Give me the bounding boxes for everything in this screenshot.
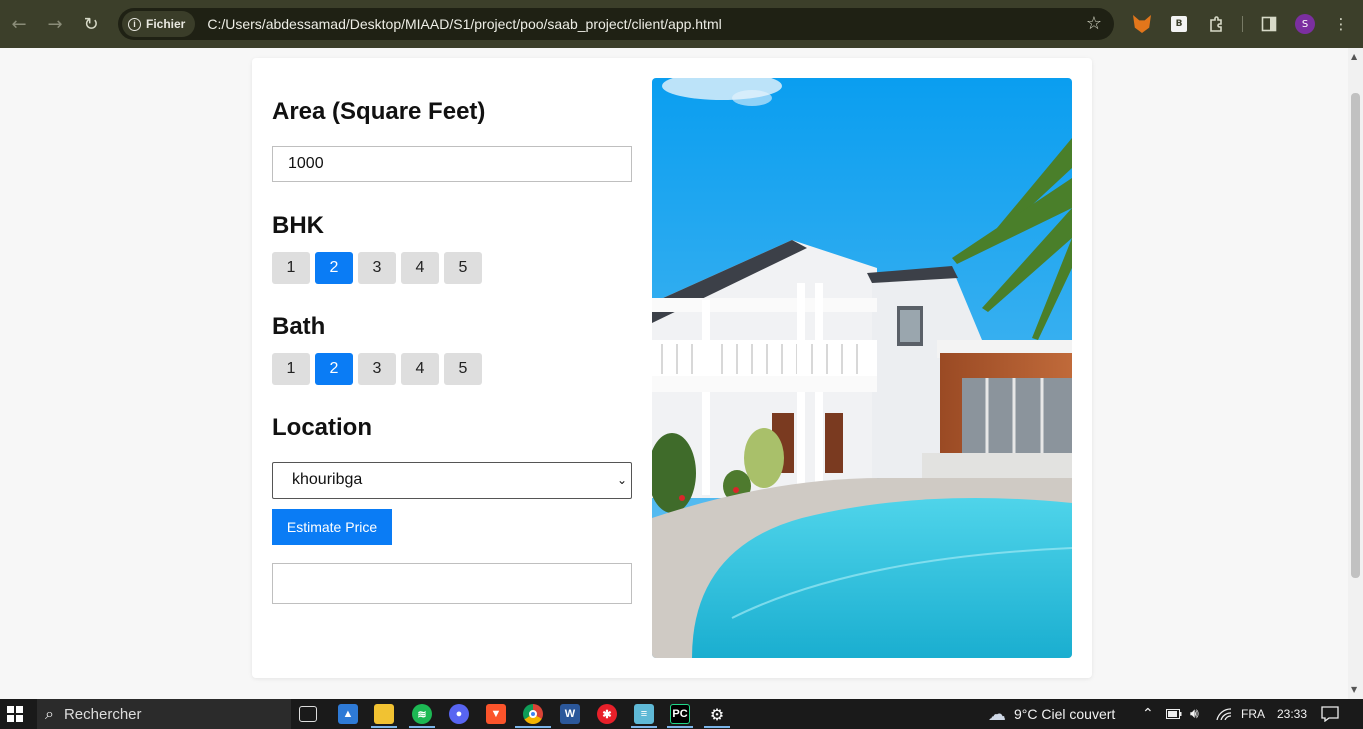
scroll-up-icon[interactable]: ▲ — [1351, 52, 1357, 61]
volume-icon[interactable]: 🔊︎ — [1190, 699, 1199, 729]
bath-options: 1 2 3 4 5 — [272, 353, 482, 385]
address-bar[interactable]: i Fichier C:/Users/abdessamad/Desktop/MI… — [118, 8, 1114, 40]
price-result-box — [272, 563, 632, 604]
battery-icon[interactable] — [1166, 699, 1182, 729]
spotify-icon[interactable]: ≋ — [412, 704, 432, 724]
active-indicator — [371, 726, 397, 728]
url-text[interactable]: C:/Users/abdessamad/Desktop/MIAAD/S1/pro… — [207, 16, 721, 32]
pycharm-icon[interactable]: PC — [670, 704, 690, 724]
site-chip-label: Fichier — [146, 17, 186, 31]
active-indicator — [667, 726, 693, 728]
app-red-icon[interactable]: ✱ — [597, 704, 617, 724]
menu-icon[interactable]: ⋮ — [1329, 12, 1353, 36]
weather-icon: ☁ — [988, 703, 1006, 725]
bhk-option-1[interactable]: 1 — [272, 252, 310, 284]
bath-option-3[interactable]: 3 — [358, 353, 396, 385]
bath-option-2[interactable]: 2 — [315, 353, 353, 385]
area-input[interactable]: 1000 — [272, 146, 632, 182]
area-heading: Area (Square Feet) — [272, 98, 486, 125]
sidepanel-icon[interactable] — [1257, 12, 1281, 36]
bath-option-4[interactable]: 4 — [401, 353, 439, 385]
windows-start-icon[interactable] — [7, 706, 23, 722]
reload-icon[interactable]: ↻ — [73, 6, 109, 42]
metamask-icon[interactable] — [1130, 12, 1154, 36]
search-icon: ⌕ — [45, 704, 54, 723]
info-icon: i — [128, 17, 141, 31]
profile-avatar[interactable]: S — [1293, 12, 1317, 36]
location-heading: Location — [272, 414, 372, 441]
notepad-icon[interactable]: ≡ — [634, 704, 654, 724]
scroll-thumb[interactable] — [1351, 93, 1360, 578]
toolbar-separator — [1242, 16, 1243, 32]
settings-icon[interactable]: ⚙ — [707, 704, 727, 724]
estimate-price-button[interactable]: Estimate Price — [272, 509, 392, 545]
scroll-down-icon[interactable]: ▼ — [1351, 685, 1357, 694]
language-indicator[interactable]: FRA — [1241, 699, 1265, 729]
bhk-options: 1 2 3 4 5 — [272, 252, 482, 284]
bhk-option-3[interactable]: 3 — [358, 252, 396, 284]
extensions-icon[interactable] — [1204, 12, 1228, 36]
chrome-icon[interactable] — [523, 704, 543, 724]
predictor-card: Area (Square Feet) 1000 BHK 1 2 3 4 5 Ba… — [252, 58, 1092, 678]
photos-icon[interactable]: ▲ — [338, 704, 358, 724]
windows-taskbar: ⌕ Rechercher ▲ ≋ ● ▼ W ✱ ≡ PC ⚙ ☁ 9°C Ci… — [0, 699, 1363, 729]
house-image — [652, 78, 1072, 658]
taskbar-search-text: Rechercher — [63, 705, 142, 723]
clock[interactable]: 23:33 — [1277, 699, 1307, 729]
chevron-down-icon: ⌄ — [616, 473, 627, 487]
notification-icon[interactable] — [1321, 699, 1339, 729]
bhk-option-5[interactable]: 5 — [444, 252, 482, 284]
weather-widget[interactable]: ☁ 9°C Ciel couvert — [988, 699, 1115, 729]
discord-icon[interactable]: ● — [449, 704, 469, 724]
taskbar-search[interactable]: ⌕ Rechercher — [37, 699, 291, 729]
site-info-chip[interactable]: i Fichier — [122, 11, 196, 37]
forward-icon[interactable]: → — [37, 6, 73, 42]
bath-option-5[interactable]: 5 — [444, 353, 482, 385]
weather-text: 9°C Ciel couvert — [1014, 706, 1116, 722]
task-view-icon[interactable] — [299, 706, 317, 722]
bath-heading: Bath — [272, 313, 326, 340]
word-icon[interactable]: W — [560, 704, 580, 724]
active-indicator — [704, 726, 730, 728]
active-indicator — [409, 726, 435, 728]
active-indicator — [515, 726, 551, 728]
brave-icon[interactable]: ▼ — [486, 704, 506, 724]
chevron-up-icon[interactable]: ⌃ — [1142, 699, 1154, 729]
page-scrollbar[interactable]: ▲ ▼ — [1348, 48, 1363, 699]
file-explorer-icon[interactable] — [374, 704, 394, 724]
active-indicator — [631, 726, 657, 728]
bhk-option-4[interactable]: 4 — [401, 252, 439, 284]
location-select-value: khouribga — [292, 471, 363, 488]
wifi-icon[interactable] — [1216, 699, 1232, 729]
bath-option-1[interactable]: 1 — [272, 353, 310, 385]
browser-toolbar: ← → ↻ i Fichier C:/Users/abdessamad/Desk… — [0, 0, 1363, 48]
back-icon[interactable]: ← — [1, 6, 37, 42]
bhk-heading: BHK — [272, 212, 324, 239]
bhk-option-2[interactable]: 2 — [315, 252, 353, 284]
bookmark-extension-icon[interactable]: B — [1167, 12, 1191, 36]
location-select[interactable]: khouribga ⌄ — [272, 462, 632, 499]
star-icon[interactable]: ☆ — [1086, 13, 1102, 34]
